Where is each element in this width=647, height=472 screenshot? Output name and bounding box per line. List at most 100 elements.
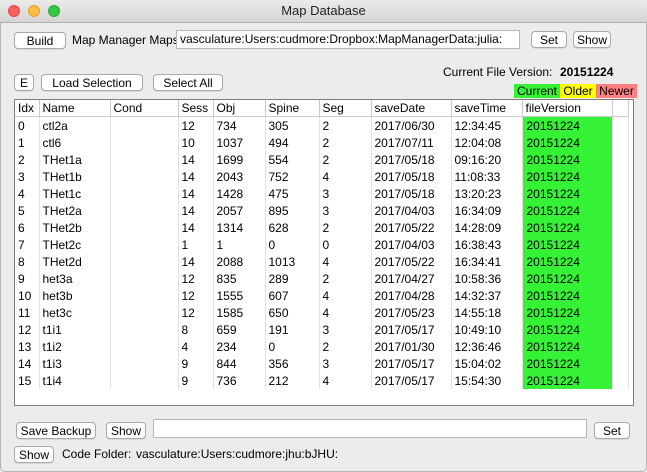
backup-set-button[interactable]: Set [594,422,630,439]
cell-savetime[interactable]: 13:20:23 [451,185,523,202]
cell-fileversion[interactable]: 20151224 [522,372,613,389]
cell-savedate[interactable]: 2017/05/22 [371,253,452,270]
column-header-savedate[interactable]: saveDate [371,100,452,117]
cell-savedate[interactable]: 2017/05/17 [371,355,452,372]
code-folder-show-button[interactable]: Show [14,446,54,463]
cell-fileversion[interactable]: 20151224 [522,355,613,372]
cell-savedate[interactable]: 2017/05/17 [371,372,452,389]
cell-cond[interactable] [110,355,179,372]
cell-sess[interactable]: 12 [178,304,214,321]
cell-obj[interactable]: 1 [213,236,266,253]
table-row[interactable]: 9 het3a 12 835 289 2 2017/04/27 10:58:36 2015122… [15,270,629,287]
cell-name[interactable]: het3c [39,304,111,321]
backup-show-button[interactable]: Show [106,422,146,439]
cell-sess[interactable]: 14 [178,202,214,219]
table-row[interactable]: 14 t1i3 9 844 356 3 2017/05/17 15:04:02 20151224 [15,355,629,372]
cell-sess[interactable]: 9 [178,372,214,389]
cell-seg[interactable]: 2 [319,270,372,287]
cell-cond[interactable] [110,236,179,253]
cell-savedate[interactable]: 2017/07/11 [371,134,452,151]
cell-seg[interactable]: 2 [319,134,372,151]
cell-sess[interactable]: 12 [178,116,214,134]
cell-cond[interactable] [110,185,179,202]
column-header-cond[interactable]: Cond [110,100,179,117]
cell-savetime[interactable]: 11:08:33 [451,168,523,185]
column-header-obj[interactable]: Obj [213,100,266,117]
cell-seg[interactable]: 2 [319,338,372,355]
cell-seg[interactable]: 2 [319,151,372,168]
cell-idx[interactable]: 3 [15,168,40,185]
cell-cond[interactable] [110,253,179,270]
table-row[interactable]: 0 ctl2a 12 734 305 2 2017/06/30 12:34:45 2015122… [15,116,629,134]
build-button[interactable]: Build [14,32,66,49]
maps-path-field[interactable]: vasculature:Users:cudmore:Dropbox:MapMan… [176,30,520,49]
cell-spine[interactable]: 0 [265,236,320,253]
cell-seg[interactable]: 4 [319,253,372,270]
cell-obj[interactable]: 1585 [213,304,266,321]
cell-savetime[interactable]: 10:49:10 [451,321,523,338]
cell-cond[interactable] [110,321,179,338]
cell-name[interactable]: THet2a [39,202,111,219]
cell-spine[interactable]: 895 [265,202,320,219]
cell-idx[interactable]: 5 [15,202,40,219]
cell-fileversion[interactable]: 20151224 [522,202,613,219]
cell-spine[interactable]: 212 [265,372,320,389]
select-all-button[interactable]: Select All [153,74,223,91]
cell-obj[interactable]: 1428 [213,185,266,202]
column-header-spine[interactable]: Spine [265,100,320,117]
cell-savetime[interactable]: 10:58:36 [451,270,523,287]
cell-savetime[interactable]: 14:55:18 [451,304,523,321]
cell-savetime[interactable]: 14:32:37 [451,287,523,304]
cell-name[interactable]: THet1c [39,185,111,202]
cell-savetime[interactable]: 12:36:46 [451,338,523,355]
cell-seg[interactable]: 3 [319,321,372,338]
table-row[interactable]: 8 THet2d 14 2088 1013 4 2017/05/22 16:34:41 2015… [15,253,629,270]
cell-name[interactable]: t1i2 [39,338,111,355]
table-row[interactable]: 4 THet1c 14 1428 475 3 2017/05/18 13:20:23 20151… [15,185,629,202]
cell-sess[interactable]: 12 [178,287,214,304]
cell-spine[interactable]: 356 [265,355,320,372]
cell-obj[interactable]: 234 [213,338,266,355]
cell-savedate[interactable]: 2017/05/18 [371,151,452,168]
cell-obj[interactable]: 2057 [213,202,266,219]
cell-obj[interactable]: 1314 [213,219,266,236]
table-row[interactable]: 12 t1i1 8 659 191 3 2017/05/17 10:49:10 20151224 [15,321,629,338]
cell-spine[interactable]: 475 [265,185,320,202]
cell-fileversion[interactable]: 20151224 [522,236,613,253]
cell-obj[interactable]: 659 [213,321,266,338]
cell-savetime[interactable]: 16:38:43 [451,236,523,253]
cell-cond[interactable] [110,202,179,219]
cell-savedate[interactable]: 2017/04/27 [371,270,452,287]
cell-spine[interactable]: 752 [265,168,320,185]
cell-obj[interactable]: 1555 [213,287,266,304]
cell-idx[interactable]: 10 [15,287,40,304]
map-table[interactable]: Idx Name Cond Sess Obj Spine Seg saveDat… [14,99,634,406]
table-row[interactable]: 15 t1i4 9 736 212 4 2017/05/17 15:54:30 20151224 [15,372,629,389]
cell-seg[interactable]: 4 [319,287,372,304]
cell-name[interactable]: het3b [39,287,111,304]
cell-sess[interactable]: 9 [178,355,214,372]
cell-sess[interactable]: 14 [178,185,214,202]
cell-sess[interactable]: 4 [178,338,214,355]
cell-name[interactable]: THet2b [39,219,111,236]
cell-sess[interactable]: 10 [178,134,214,151]
cell-savetime[interactable]: 16:34:41 [451,253,523,270]
cell-idx[interactable]: 12 [15,321,40,338]
cell-idx[interactable]: 13 [15,338,40,355]
cell-name[interactable]: t1i3 [39,355,111,372]
cell-cond[interactable] [110,338,179,355]
cell-cond[interactable] [110,168,179,185]
cell-fileversion[interactable]: 20151224 [522,270,613,287]
cell-seg[interactable]: 4 [319,168,372,185]
cell-fileversion[interactable]: 20151224 [522,304,613,321]
table-row[interactable]: 13 t1i2 4 234 0 2 2017/01/30 12:36:46 20151224 [15,338,629,355]
table-row[interactable]: 5 THet2a 14 2057 895 3 2017/04/03 16:34:09 20151… [15,202,629,219]
cell-fileversion[interactable]: 20151224 [522,151,613,168]
cell-spine[interactable]: 305 [265,116,320,134]
column-header-name[interactable]: Name [39,100,111,117]
cell-sess[interactable]: 1 [178,236,214,253]
cell-name[interactable]: t1i1 [39,321,111,338]
cell-obj[interactable]: 736 [213,372,266,389]
cell-sess[interactable]: 12 [178,270,214,287]
cell-fileversion[interactable]: 20151224 [522,134,613,151]
